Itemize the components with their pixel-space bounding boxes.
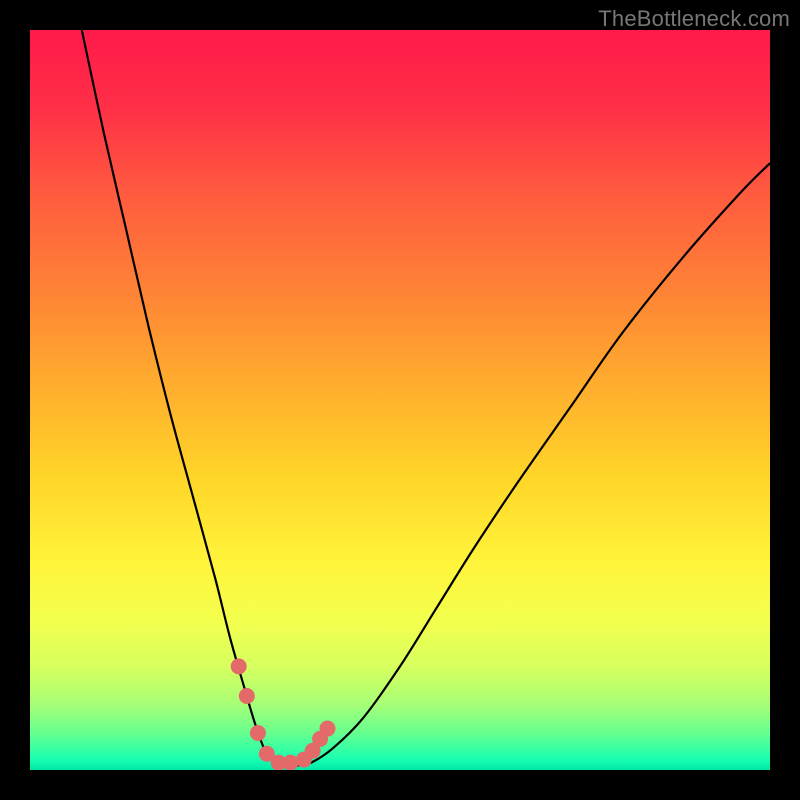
plot-area — [30, 30, 770, 770]
chart-svg — [30, 30, 770, 770]
marker-dot — [319, 721, 335, 737]
gradient-background — [30, 30, 770, 770]
marker-dot — [239, 688, 255, 704]
watermark-text: TheBottleneck.com — [598, 6, 790, 32]
marker-dot — [231, 658, 247, 674]
marker-dot — [282, 755, 298, 770]
chart-frame: TheBottleneck.com — [0, 0, 800, 800]
marker-dot — [250, 725, 266, 741]
